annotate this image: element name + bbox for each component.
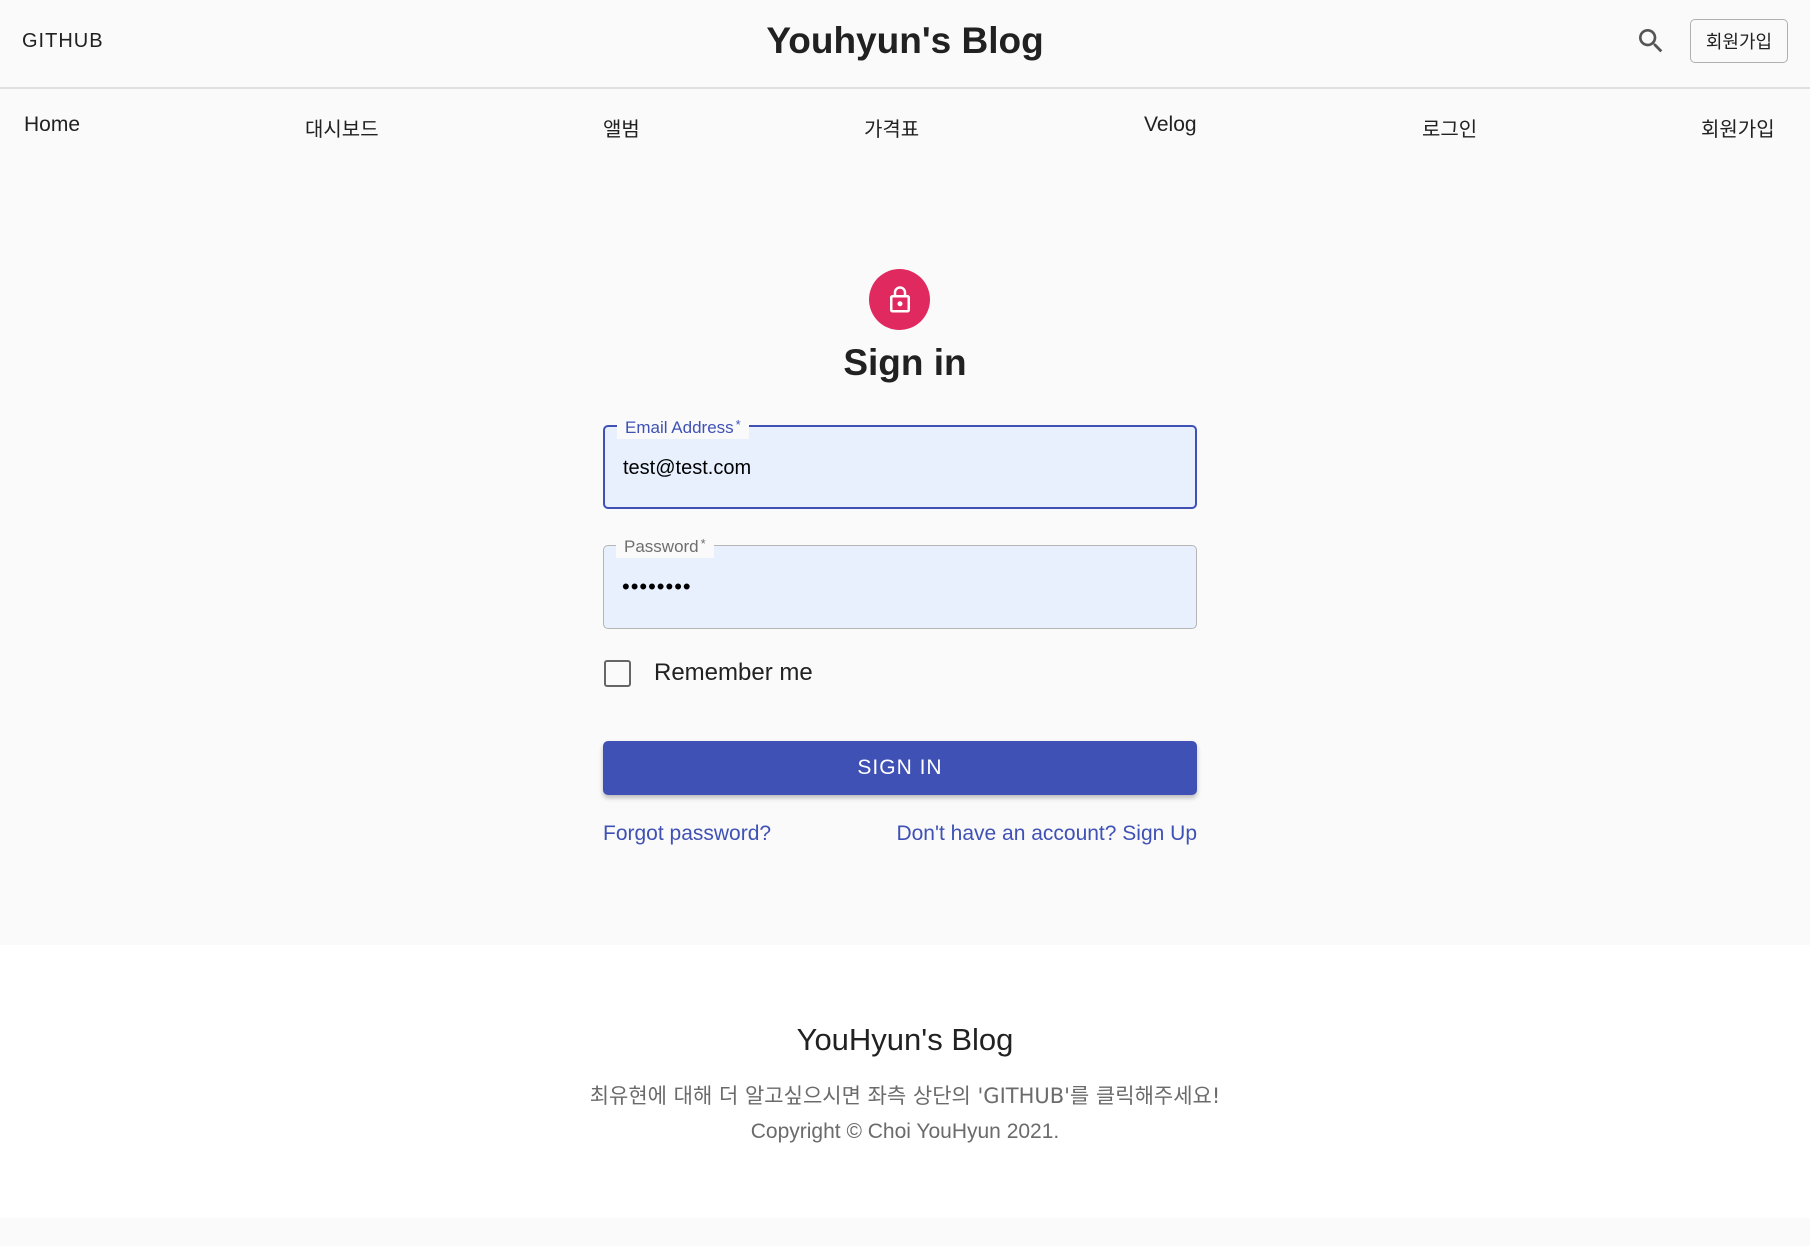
lock-icon	[889, 285, 910, 312]
footer-copyright: Copyright © Choi YouHyun 2021.	[750, 1120, 1060, 1143]
signup-link[interactable]: Don't have an account? Sign Up	[896, 822, 1197, 846]
remember-me[interactable]: Remember me	[604, 659, 813, 687]
email-input[interactable]	[623, 449, 1178, 487]
remember-checkbox[interactable]	[604, 659, 631, 687]
forgot-password-link[interactable]: Forgot password?	[603, 822, 771, 846]
footer-description: 최유현에 대해 더 알고싶으시면 좌측 상단의 'GITHUB'를 클릭해주세요…	[589, 1084, 1221, 1108]
nav-item-login[interactable]: 로그인	[1422, 113, 1477, 142]
footer-title: YouHyun's Blog	[796, 1022, 1014, 1057]
site-title: Youhyun's Blog	[766, 20, 1044, 61]
email-field: Email Address *	[603, 414, 1197, 509]
search-icon[interactable]	[1635, 25, 1667, 57]
nav-item-dashboard[interactable]: 대시보드	[305, 113, 379, 142]
password-label: Password *	[616, 533, 714, 558]
nav-item-pricing[interactable]: 가격표	[864, 113, 919, 142]
nav-item-signup[interactable]: 회원가입	[1701, 113, 1775, 142]
nav-item-velog[interactable]: Velog	[1144, 113, 1197, 137]
remember-label: Remember me	[654, 659, 813, 686]
password-input[interactable]	[622, 568, 1177, 606]
main-nav: Home 대시보드 앨범 가격표 Velog 로그인 회원가입	[0, 91, 1810, 161]
password-field: Password *	[603, 533, 1197, 629]
email-label: Email Address *	[617, 414, 749, 439]
nav-item-home[interactable]: Home	[24, 113, 80, 137]
app-header: GITHUB Youhyun's Blog 회원가입	[0, 0, 1810, 89]
header-signup-button[interactable]: 회원가입	[1690, 19, 1788, 63]
lock-avatar	[869, 269, 930, 330]
signin-title: Sign in	[843, 342, 967, 383]
signin-button[interactable]: SIGN IN	[603, 741, 1197, 795]
nav-item-album[interactable]: 앨범	[603, 113, 640, 142]
page-footer: YouHyun's Blog 최유현에 대해 더 알고싶으시면 좌측 상단의 '…	[0, 945, 1810, 1218]
